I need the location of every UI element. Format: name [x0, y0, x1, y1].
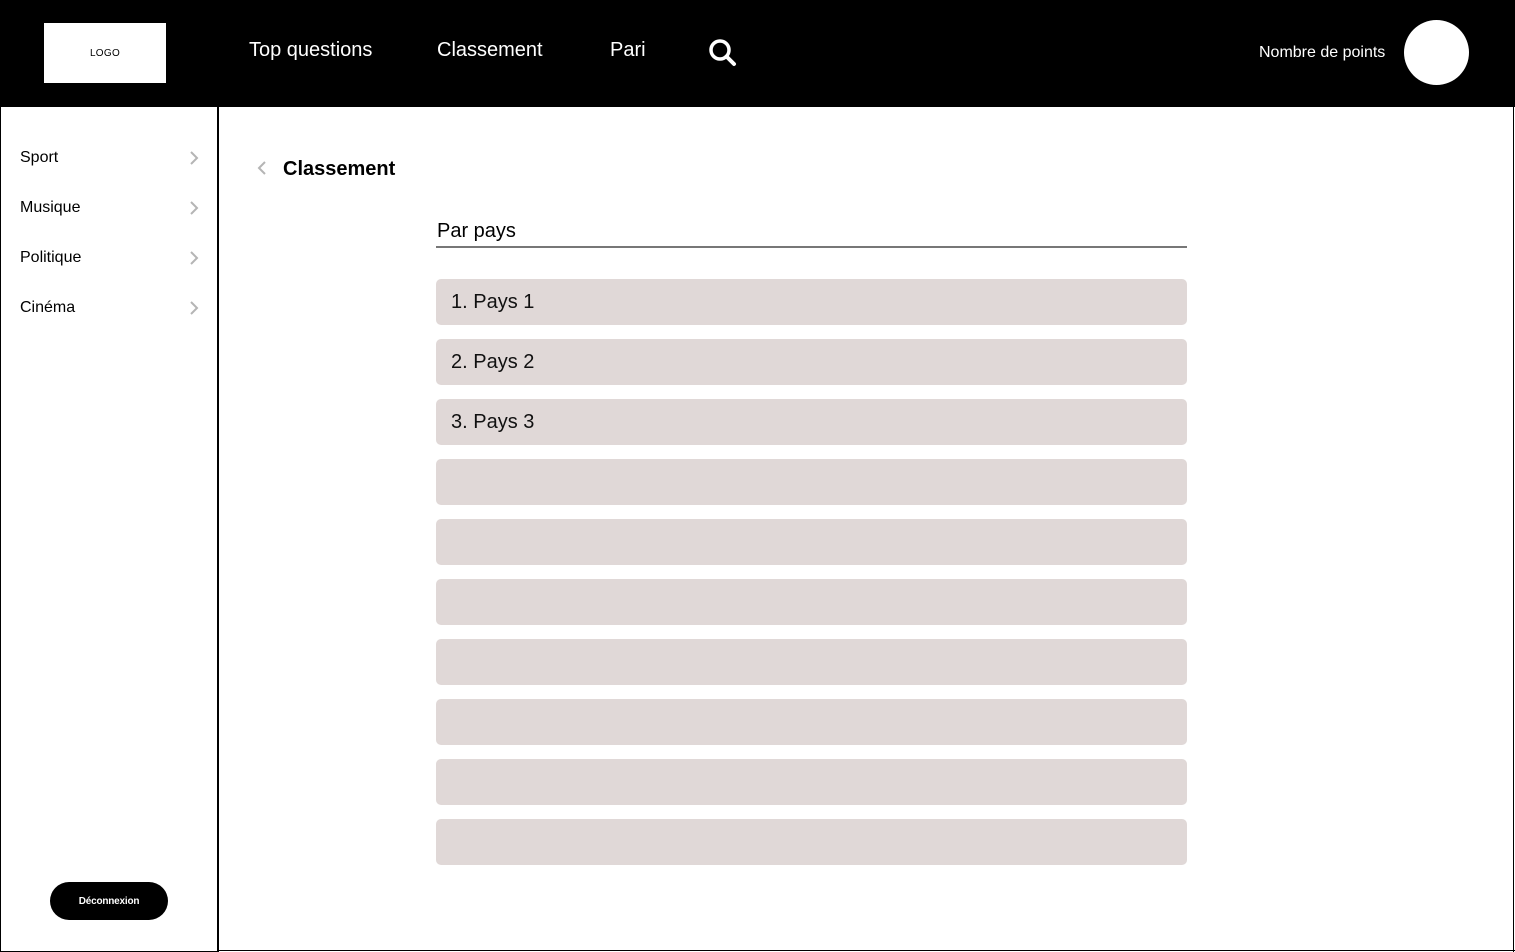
sidebar-item-politique[interactable]: Politique	[1, 243, 217, 273]
ranking-row[interactable]: 1. Pays 1	[436, 279, 1187, 325]
logout-label: Déconnexion	[78, 895, 140, 907]
ranking-row[interactable]	[436, 459, 1187, 505]
ranking-row[interactable]: 2. Pays 2	[436, 339, 1187, 385]
avatar[interactable]	[1404, 20, 1469, 85]
sidebar-item-label: Sport	[20, 149, 59, 166]
ranking-list: 1. Pays 1 2. Pays 2 3. Pays 3	[436, 279, 1187, 879]
ranking-row[interactable]	[436, 519, 1187, 565]
sidebar-item-musique[interactable]: Musique	[1, 193, 217, 223]
logout-button[interactable]: Déconnexion	[50, 882, 168, 920]
nav-top-questions[interactable]: Top questions	[249, 38, 372, 62]
logo-text: LOGO	[89, 47, 121, 59]
main-border-right	[1513, 107, 1514, 952]
logo[interactable]: LOGO	[44, 23, 166, 83]
ranking-text: 3. Pays 3	[451, 411, 535, 433]
search-icon[interactable]	[707, 37, 737, 67]
section-title: Par pays	[437, 220, 516, 242]
sidebar-item-label: Cinéma	[20, 299, 76, 316]
ranking-row[interactable]	[436, 699, 1187, 745]
sidebar-item-sport[interactable]: Sport	[1, 143, 217, 173]
ranking-row[interactable]: 3. Pays 3	[436, 399, 1187, 445]
ranking-row[interactable]	[436, 759, 1187, 805]
sidebar-item-label: Politique	[20, 249, 82, 266]
page: LOGO Top questions Classement Pari Nombr…	[0, 0, 1515, 952]
sidebar-item-label: Musique	[20, 199, 81, 216]
ranking-row[interactable]	[436, 639, 1187, 685]
sidebar: Sport Musique Politique Cinéma Déconnexi…	[0, 107, 219, 952]
ranking-text: 1. Pays 1	[451, 291, 535, 313]
chevron-right-icon	[190, 151, 199, 165]
sidebar-item-cinema[interactable]: Cinéma	[1, 293, 217, 323]
nav-classement[interactable]: Classement	[437, 38, 543, 62]
ranking-row[interactable]	[436, 579, 1187, 625]
chevron-left-icon[interactable]	[254, 158, 270, 178]
ranking-row[interactable]	[436, 819, 1187, 865]
chevron-right-icon	[190, 301, 199, 315]
main-border-bottom	[219, 950, 1515, 951]
nav-pari[interactable]: Pari	[610, 38, 646, 62]
chevron-right-icon	[190, 201, 199, 215]
chevron-right-icon	[190, 251, 199, 265]
page-title: Classement	[283, 158, 396, 180]
points-label: Nombre de points	[1259, 44, 1386, 61]
top-bar: LOGO Top questions Classement Pari Nombr…	[0, 0, 1515, 107]
section-divider	[436, 246, 1187, 248]
ranking-text: 2. Pays 2	[451, 351, 535, 373]
